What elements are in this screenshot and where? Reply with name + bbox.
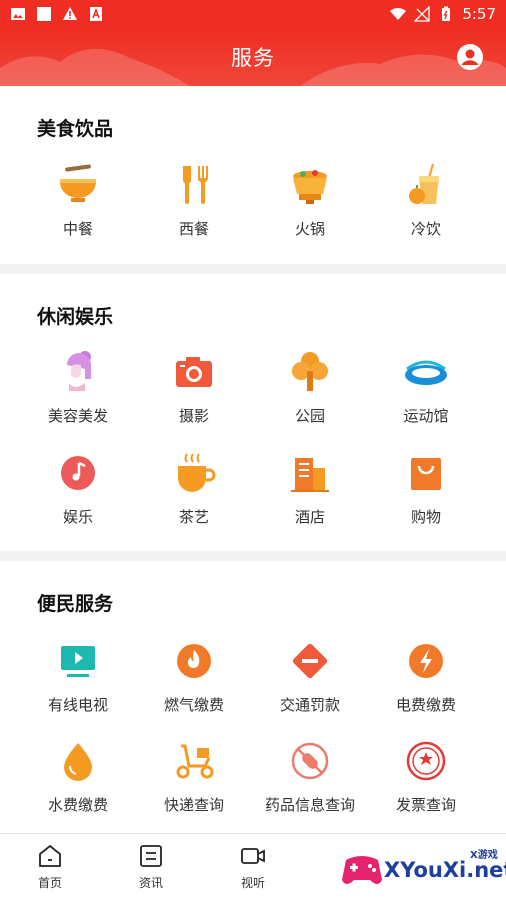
service-label: 摄影: [178, 407, 209, 425]
section-title: 休闲娱乐: [37, 306, 114, 328]
service-label: 燃气缴费: [163, 696, 224, 714]
section-title: 便民服务: [37, 593, 114, 615]
section-convenience: 便民服务 有线电视 燃气缴费 交通罚款 电费缴费 水费缴费 快递查询 药品信息查…: [0, 561, 506, 833]
service-label: 娱乐: [62, 508, 93, 526]
invoice-seal-icon: [406, 741, 446, 781]
service-item-medicine[interactable]: 药品信息查询: [247, 738, 373, 824]
flame-icon: [177, 644, 211, 678]
service-item-cold-drink[interactable]: 冷饮: [363, 162, 489, 248]
service-item-western-food[interactable]: 西餐: [131, 162, 257, 248]
section-title: 美食饮品: [37, 118, 114, 140]
service-item-hotpot[interactable]: 火锅: [247, 162, 373, 248]
stadium-icon: [405, 360, 447, 385]
service-label: 茶艺: [178, 508, 209, 526]
delivery-scooter-icon: [176, 744, 214, 779]
service-item-tea[interactable]: 茶艺: [131, 450, 257, 536]
service-label: 水费缴费: [47, 796, 108, 814]
service-item-gas-bill[interactable]: 燃气缴费: [131, 638, 257, 724]
tab-home[interactable]: 首页: [20, 844, 80, 891]
service-item-chinese-food[interactable]: 中餐: [15, 162, 141, 248]
service-label: 公园: [294, 407, 325, 425]
beauty-hair-icon: [67, 351, 91, 391]
service-label: 药品信息查询: [264, 796, 355, 814]
service-label: 电费缴费: [395, 696, 456, 714]
home-icon: [39, 844, 61, 867]
image-notification-icon: [11, 8, 25, 20]
service-item-photography[interactable]: 摄影: [131, 349, 257, 435]
gamepad-logo-icon: [342, 856, 382, 884]
user-profile-icon[interactable]: [456, 43, 484, 71]
shopping-bag-icon: [411, 458, 441, 490]
service-item-hotel[interactable]: 酒店: [247, 450, 373, 536]
service-item-entertainment[interactable]: 娱乐: [15, 450, 141, 536]
service-item-water-bill[interactable]: 水费缴费: [15, 738, 141, 824]
service-label: 快递查询: [163, 796, 224, 814]
lightning-icon: [409, 644, 443, 678]
traffic-sign-icon: [292, 643, 328, 679]
status-bar: 5:57: [0, 0, 506, 28]
service-item-beauty[interactable]: 美容美发: [15, 349, 141, 435]
section-leisure: 休闲娱乐 美容美发 摄影 公园 运动馆 娱乐 茶艺 酒店 购物: [0, 274, 506, 551]
tea-cup-icon: [178, 453, 216, 492]
service-label: 西餐: [178, 220, 209, 238]
tv-icon: [61, 646, 95, 677]
medicine-capsule-icon: [291, 742, 329, 780]
service-label: 中餐: [62, 220, 93, 238]
service-item-cable-tv[interactable]: 有线电视: [15, 638, 141, 724]
wifi-icon: [390, 7, 407, 20]
battery-icon: [442, 6, 451, 21]
app-notification-icon: [90, 7, 102, 21]
service-label: 运动馆: [403, 407, 449, 425]
cold-drink-icon: [409, 163, 439, 204]
service-item-invoice[interactable]: 发票查询: [363, 738, 489, 824]
tab-label: 视听: [240, 876, 265, 890]
tab-label: 首页: [37, 876, 62, 890]
service-label: 发票查询: [395, 796, 456, 814]
watermark-text: XYouXi.net: [384, 858, 506, 882]
page-title: 服务: [231, 46, 275, 70]
app-header: 服务: [0, 28, 506, 86]
section-food: 美食饮品 中餐 西餐 火锅 冷饮: [0, 86, 506, 264]
service-label: 酒店: [294, 508, 325, 526]
tree-icon: [292, 352, 328, 391]
video-icon: [241, 848, 265, 864]
tab-news[interactable]: 资讯: [121, 844, 181, 891]
tab-label: 资讯: [138, 876, 163, 890]
camera-icon: [176, 357, 212, 387]
service-label: 冷饮: [410, 220, 441, 238]
service-item-shopping[interactable]: 购物: [363, 450, 489, 536]
music-note-icon: [61, 456, 95, 490]
knife-fork-icon: [183, 166, 208, 204]
service-item-traffic-fine[interactable]: 交通罚款: [247, 638, 373, 724]
service-label: 交通罚款: [279, 696, 340, 714]
service-item-stadium[interactable]: 运动馆: [363, 349, 489, 435]
service-label: 美容美发: [47, 407, 108, 425]
warning-icon: [63, 7, 77, 20]
bowl-noodles-icon: [60, 164, 96, 202]
service-item-electricity-bill[interactable]: 电费缴费: [363, 638, 489, 724]
water-drop-icon: [64, 743, 92, 781]
watermark-logo: X游戏 XYouXi.net: [338, 842, 506, 900]
no-signal-icon: [414, 6, 430, 22]
service-label: 购物: [410, 508, 441, 526]
news-icon: [140, 845, 162, 867]
service-label: 有线电视: [47, 696, 108, 714]
service-item-park[interactable]: 公园: [247, 349, 373, 435]
blank-notification-icon: [37, 7, 51, 21]
hotel-building-icon: [291, 458, 329, 492]
status-time: 5:57: [462, 5, 496, 23]
tab-video[interactable]: 视听: [223, 844, 283, 891]
hotpot-icon: [293, 170, 327, 204]
service-item-express[interactable]: 快递查询: [131, 738, 257, 824]
service-label: 火锅: [294, 220, 325, 238]
